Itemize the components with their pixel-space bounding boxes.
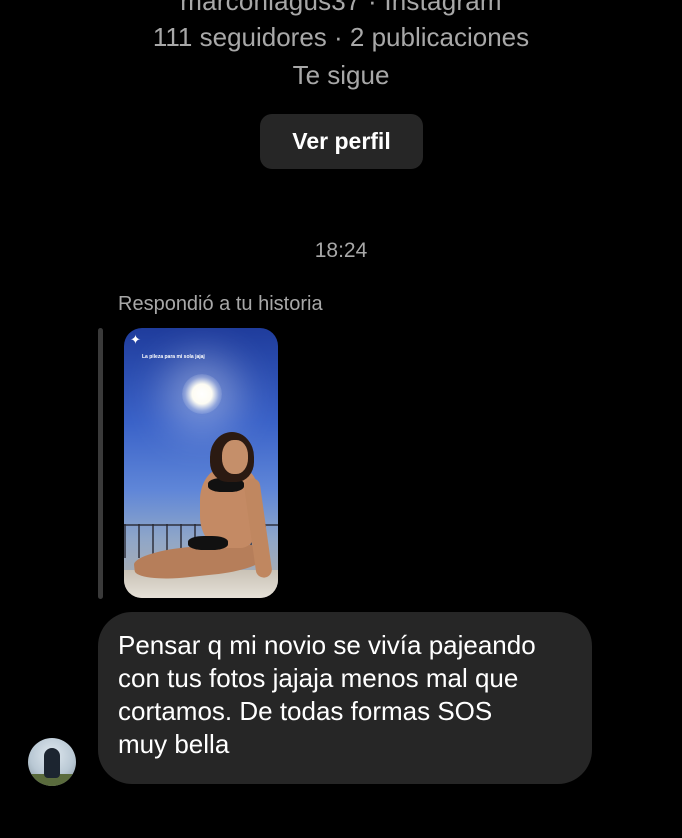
message-timestamp: 18:24 <box>314 239 368 262</box>
profile-stats: 111 seguidores · 2 publicaciones <box>152 22 530 52</box>
follow-status: Te sigue <box>292 60 390 90</box>
story-caption: La pileza para mi sola jajaj <box>142 354 205 360</box>
story-thumbnail[interactable]: ✦ La pileza para mi sola jajaj <box>124 328 278 598</box>
avatar-person <box>44 748 60 778</box>
profile-handle: marconiagus37 · Instagram <box>180 0 502 16</box>
sparkle-icon: ✦ <box>130 332 141 347</box>
figure-face <box>222 440 248 474</box>
message-text: Pensar q mi novio se vivía pajeando con … <box>118 630 536 759</box>
message-bubble[interactable]: Pensar q mi novio se vivía pajeando con … <box>98 612 592 784</box>
sun-glare <box>182 374 222 414</box>
reply-indicator-bar <box>98 328 103 599</box>
view-profile-button[interactable]: Ver perfil <box>260 114 423 169</box>
figure-swim-bottom <box>188 536 228 550</box>
story-reply-label: Respondió a tu historia <box>118 293 323 315</box>
sender-avatar[interactable] <box>28 738 76 786</box>
